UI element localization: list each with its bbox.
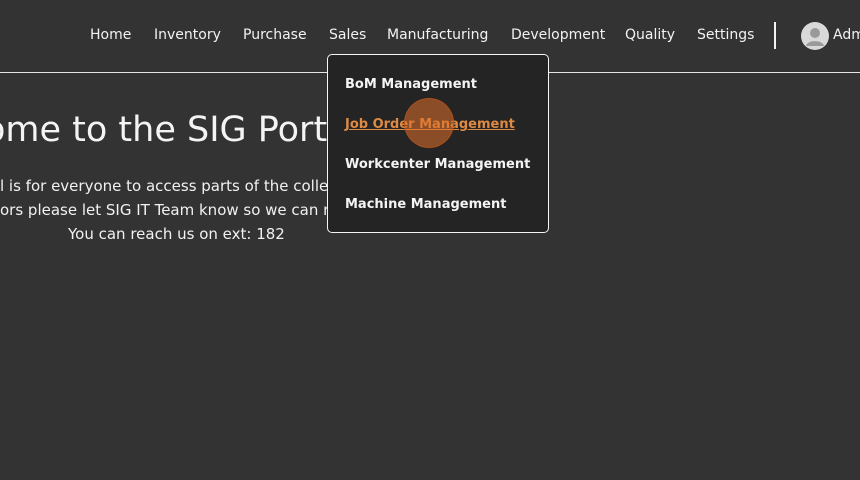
user-name: Adm xyxy=(833,27,860,43)
welcome-text-line-3: You can reach us on ext: 182 xyxy=(68,225,285,243)
dropdown-item-workcenter-management[interactable]: Workcenter Management xyxy=(345,156,530,173)
nav-item-development[interactable]: Development xyxy=(511,26,605,44)
manufacturing-dropdown-menu: BoM Management Job Order Management Work… xyxy=(327,54,549,233)
nav-item-sales[interactable]: Sales xyxy=(329,26,366,44)
nav-item-inventory[interactable]: Inventory xyxy=(154,26,221,44)
nav-item-home[interactable]: Home xyxy=(90,26,131,44)
nav-divider xyxy=(774,22,776,49)
welcome-title: ome to the SIG Porta xyxy=(0,110,349,150)
welcome-text-line-2: ors please let SIG IT Team know so we ca… xyxy=(0,201,339,219)
dropdown-item-bom-management[interactable]: BoM Management xyxy=(345,76,477,93)
welcome-text-line-1: l is for everyone to access parts of the… xyxy=(0,177,337,195)
user-avatar-icon xyxy=(801,22,829,50)
nav-item-manufacturing[interactable]: Manufacturing xyxy=(387,26,488,44)
nav-item-settings[interactable]: Settings xyxy=(697,26,754,44)
nav-item-purchase[interactable]: Purchase xyxy=(243,26,307,44)
nav-item-quality[interactable]: Quality xyxy=(625,26,675,44)
dropdown-item-job-order-management[interactable]: Job Order Management xyxy=(345,116,515,133)
page: Home Inventory Purchase Sales Manufactur… xyxy=(0,0,860,480)
dropdown-item-machine-management[interactable]: Machine Management xyxy=(345,196,506,213)
